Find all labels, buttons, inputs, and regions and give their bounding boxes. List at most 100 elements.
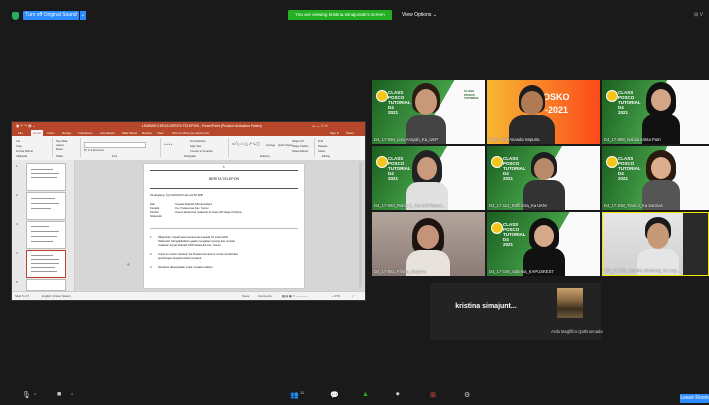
slide-dari-value: : Kepala Sekolah SD Nusantara (174, 203, 212, 206)
share-screen-icon[interactable]: ▲ (362, 391, 369, 398)
font-name-select[interactable] (84, 142, 146, 148)
video-tile[interactable]: CLASS POSCO TUTORIAL D4 2021 D4_17-089_Nabil… (602, 80, 709, 144)
chevron-up-icon[interactable]: ⌃ (70, 393, 74, 399)
smartart-button[interactable]: Convert to SmartArt (190, 150, 213, 153)
shapes-gallery[interactable]: ▭╲○□△↗↘▢ (232, 141, 261, 146)
slide-thumbnail[interactable] (26, 163, 66, 191)
profile-picture (557, 288, 583, 318)
microphone-icon[interactable]: 🎙 (22, 391, 31, 399)
participants-icon[interactable]: 👥 (290, 391, 299, 399)
slide-number: 2 (16, 193, 18, 197)
participant-name: D4_17-058_Lisa Ansyah_Ka_UKP (374, 137, 439, 142)
slide-kepada-label: Kepada (150, 207, 160, 210)
window-title: LEMBAR KERJA BERITA TELEPON - PowerPoint… (142, 124, 262, 128)
layout-button[interactable]: Layout (56, 144, 64, 147)
video-camera-icon[interactable]: ■ (57, 391, 61, 398)
window-controls[interactable]: ▭ — ☐ ✕ (312, 122, 328, 130)
slide-item-1: 1. (150, 236, 153, 239)
participant-name: D4_17-061_Frisha_Kaputra (374, 269, 426, 274)
status-bar: Slide 5 of 5 English (United States) Not… (12, 291, 365, 300)
fit-slide-icon[interactable]: ⤢ (352, 294, 354, 298)
font-format-icons[interactable]: B I U S ab Aa A A (84, 149, 104, 152)
person-face (651, 157, 671, 179)
shape-effects-button[interactable]: Shape Effects (292, 150, 308, 153)
chevron-up-icon[interactable]: ⌃ (33, 393, 37, 399)
video-tile[interactable]: D4_17-061_Frisha_Kaputra (372, 212, 485, 276)
mouse-pointer-icon: ↖ (127, 262, 131, 267)
slide-kepada-value: : Ka. Puskesmas Kec. Sumur (174, 207, 209, 210)
slide-thumbnails-pane[interactable]: 1 2 3 4 5 (12, 160, 75, 291)
chat-icon[interactable]: 💬 (330, 391, 339, 399)
slide-dari-label: Dari (150, 203, 155, 206)
participant-name: D4_17-105_Sabrina_KAPUSKES7 (489, 269, 554, 274)
poster-text: CLASS POSCO TUTORIAL D4 2021 (618, 156, 641, 181)
leave-room-button[interactable]: Leave Room (680, 394, 709, 403)
comments-button[interactable]: Comments (258, 294, 272, 298)
cut-button[interactable]: Cut (16, 140, 20, 143)
person-face (417, 157, 437, 180)
slide-thumbnail[interactable] (26, 192, 66, 220)
shape-outline-button[interactable]: Shape Outline (292, 145, 308, 148)
view-mode-button[interactable]: ⊞ V (694, 10, 709, 20)
quick-access-icons[interactable]: ▣ ↶ ↷ ▤ ⌄ (16, 122, 35, 130)
screen-share-banner: You are viewing kristina.simajuntak's sc… (288, 10, 392, 20)
slide-number: 3 (16, 222, 18, 226)
slide-rule (150, 188, 298, 189)
view-options-button[interactable]: View Options ⌄ (402, 10, 438, 20)
clipboard-group: Cut Copy Format Painter Clipboard (14, 138, 53, 158)
new-slide-button[interactable]: New Slide (56, 140, 68, 143)
person-face (651, 89, 671, 111)
video-tile[interactable]: POSKO -2021 Host - Dwi Ananda Seputra (487, 80, 600, 144)
find-button[interactable]: Find (318, 140, 323, 143)
turn-off-original-sound-button[interactable]: Turn off Original Sound (23, 11, 79, 20)
paragraph-icons[interactable]: ≡ ≡ ≡ ≡ (164, 143, 172, 146)
chevron-down-icon[interactable]: ⌄ (80, 11, 86, 20)
quick-styles-button[interactable]: Quick Styles (278, 144, 292, 147)
video-tile-profile[interactable]: Arda Magfifira Qathrunnada (491, 283, 603, 340)
video-tile-active-speaker[interactable]: D4_17-106_Jeremia Sitohang_Ka Log... (602, 212, 709, 276)
vertical-scrollbar[interactable] (359, 162, 362, 287)
slide-thumbnail[interactable] (26, 221, 66, 249)
reactions-icon[interactable]: ⊞ (430, 391, 436, 399)
reset-button[interactable]: Reset (56, 148, 63, 151)
slide-count: Slide 5 of 5 (15, 294, 29, 298)
group-label: Font (112, 155, 118, 158)
slide-editing-canvas[interactable]: 5 BERITA TELEPON Pendeglang, Tgl 11/10/2… (75, 160, 365, 291)
text-direction-button[interactable]: Text Direction (190, 140, 206, 143)
align-text-button[interactable]: Align Text (190, 145, 201, 148)
paragraph-group: Text Direction Align Text Convert to Sma… (162, 138, 229, 158)
video-tile[interactable]: CLASS POSCO TUTORIAL D4 2021 D4_17-105_Sabri… (487, 212, 600, 276)
slide-item-1-text-c: makanan di jual Sekolah SDN Sidamukti Ke… (158, 244, 222, 247)
notes-button[interactable]: Notes (242, 294, 249, 298)
poster-text: CLASS POSCO TUTORIAL D4 2021 (388, 90, 411, 115)
current-slide[interactable]: 5 BERITA TELEPON Pendeglang, Tgl 11/10/2… (144, 164, 304, 288)
zoom-level[interactable]: + 47% (332, 294, 340, 298)
room-background (683, 213, 708, 275)
slide-perihal-value: : Kasus keracunan makanan di siswa SD Ne… (174, 211, 242, 214)
participant-name: Arda Magfifira Qathrunnada (551, 329, 603, 334)
settings-icon[interactable]: ⚙ (464, 391, 470, 399)
view-buttons[interactable]: ▦ ▤ ▣ ▭ — ──── (282, 294, 307, 298)
select-button[interactable]: Select (318, 150, 325, 153)
video-tile[interactable]: CLASS POSCO TUTORIAL D4 2021 D4_17-063_Rabia… (372, 146, 485, 210)
person-face (534, 158, 554, 180)
slide-thumbnail-selected[interactable] (26, 250, 66, 278)
language-indicator[interactable]: English (United States) (42, 294, 71, 298)
video-tile[interactable]: CLASS POSCO TUTORIAL D4 2021 CLASS POSCO TUTOR… (372, 80, 485, 144)
video-tile[interactable]: CLASS POSCO TUTORIAL D4 2021 D4_17-114_Raffi… (487, 146, 600, 210)
slides-group: New Slide Layout Reset Slides (54, 138, 81, 158)
record-icon[interactable]: ⏺ (396, 391, 400, 399)
video-tile[interactable]: CLASS POSCO TUTORIAL D4 2021 D4_17-038_Tiara… (602, 146, 709, 210)
shared-screen[interactable]: ▣ ↶ ↷ ▤ ⌄ LEMBAR KERJA BERITA TELEPON - … (11, 121, 366, 301)
slide-thumbnail[interactable] (26, 279, 66, 291)
slide-heading: BERITA TELEPON (208, 177, 240, 181)
format-painter-button[interactable]: Format Painter (16, 150, 33, 153)
window-title-bar: ▣ ↶ ↷ ▤ ⌄ LEMBAR KERJA BERITA TELEPON - … (12, 122, 365, 130)
copy-button[interactable]: Copy (16, 145, 22, 148)
shape-fill-button[interactable]: Shape Fill (292, 140, 304, 143)
arrange-button[interactable]: Arrange (266, 144, 275, 147)
shield-icon[interactable] (12, 12, 19, 20)
slide-box-number: 5 (223, 166, 225, 169)
replace-button[interactable]: Replace (318, 145, 328, 148)
poster-year: -2021 (545, 105, 569, 115)
